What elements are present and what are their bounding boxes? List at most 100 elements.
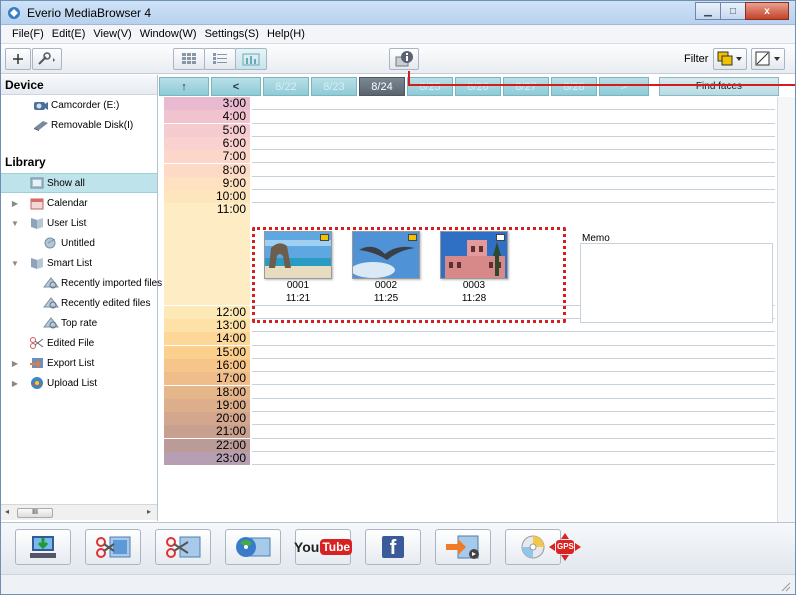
- date-tab[interactable]: 8/28: [551, 77, 597, 96]
- left-panel: Device Camcorder (E:) Removable Disk(I) …: [1, 75, 162, 521]
- date-tab[interactable]: 8/25: [407, 77, 453, 96]
- info-button[interactable]: [389, 48, 419, 70]
- expand-arrow-icon[interactable]: ▶: [11, 359, 19, 368]
- filter-type-dropdown[interactable]: [713, 48, 747, 70]
- up-level-button[interactable]: ↑: [159, 77, 209, 96]
- library-item-calendar[interactable]: ▶ Calendar: [1, 193, 157, 213]
- hour-label: 8:00: [164, 163, 250, 177]
- hour-row: 6:00: [164, 136, 795, 151]
- facebook-upload-button[interactable]: f: [365, 529, 421, 565]
- video-edit-button[interactable]: [85, 529, 141, 565]
- hour-label: 11:00: [164, 203, 250, 306]
- cut-icon: [166, 536, 201, 558]
- memo-input[interactable]: [580, 243, 773, 323]
- status-bar: [1, 574, 795, 594]
- find-faces-button[interactable]: Find faces: [659, 77, 779, 96]
- import-button[interactable]: [15, 529, 71, 565]
- create-disc-button[interactable]: [225, 529, 281, 565]
- import-icon: [30, 536, 56, 558]
- user-list-icon: [31, 218, 43, 229]
- list-icon: [44, 237, 56, 249]
- menu-help[interactable]: Help(H): [264, 28, 310, 40]
- library-item-export-list[interactable]: ▶ Export List: [1, 353, 157, 373]
- thumbnail-image-seagull[interactable]: [352, 231, 420, 279]
- menu-settings[interactable]: Settings(S): [202, 28, 264, 40]
- library-item-untitled[interactable]: Untitled: [1, 233, 157, 253]
- library-header: Library: [5, 155, 46, 169]
- thumbnail-time: 11:21: [285, 293, 311, 304]
- grid-view-icon: [182, 53, 196, 64]
- device-header: Device: [1, 75, 157, 95]
- library-item-user-list[interactable]: ▼ User List: [1, 213, 157, 233]
- library-item-recently-edited[interactable]: Recently edited files: [1, 293, 157, 313]
- callout-line: [408, 84, 795, 86]
- hour-label: 3:00: [164, 97, 250, 110]
- resize-grip-icon[interactable]: [779, 580, 791, 592]
- close-button[interactable]: x: [745, 2, 789, 20]
- disc-create-icon: [236, 537, 271, 557]
- search-folder-icon: [43, 317, 59, 329]
- grid-view-button[interactable]: [173, 48, 205, 70]
- next-date-button[interactable]: >: [599, 77, 649, 96]
- menu-edit[interactable]: Edit(E): [49, 28, 91, 40]
- device-item-camcorder[interactable]: Camcorder (E:): [1, 95, 157, 115]
- hour-row: 17:00: [164, 372, 795, 386]
- camcorder-icon: [34, 102, 48, 110]
- hour-label: 10:00: [164, 190, 250, 204]
- add-button[interactable]: [5, 48, 31, 70]
- menu-view[interactable]: View(V): [90, 28, 136, 40]
- hour-label: 14:00: [164, 332, 250, 346]
- hour-row: 15:00: [164, 345, 795, 359]
- youtube-logo: You Tube: [293, 539, 353, 555]
- youtube-upload-button[interactable]: You Tube: [293, 529, 353, 565]
- collapse-arrow-icon[interactable]: ▼: [11, 259, 19, 268]
- trim-button[interactable]: [155, 529, 211, 565]
- date-tab[interactable]: 8/22: [263, 77, 309, 96]
- hour-label: 4:00: [164, 110, 250, 124]
- thumbnail-image-building[interactable]: [440, 231, 508, 279]
- expand-arrow-icon[interactable]: ▶: [11, 199, 19, 208]
- upload-list-icon: [31, 377, 43, 389]
- export-button[interactable]: [435, 529, 491, 565]
- scroll-right-icon[interactable]: ▸: [147, 507, 151, 516]
- media-thumbnail[interactable]: 0001 11:21: [264, 231, 344, 305]
- calendar-view-button[interactable]: [235, 48, 267, 70]
- date-tab[interactable]: 8/23: [311, 77, 357, 96]
- library-item-upload-list[interactable]: ▶ Upload List: [1, 373, 157, 393]
- library-item-top-rate[interactable]: Top rate: [1, 313, 157, 333]
- scroll-thumb[interactable]: III: [17, 508, 53, 518]
- device-item-removable-disk[interactable]: Removable Disk(I): [1, 115, 157, 135]
- hour-label: 23:00: [164, 452, 250, 465]
- library-item-smart-list[interactable]: ▼ Smart List: [1, 253, 157, 273]
- hour-row: 20:00: [164, 412, 795, 426]
- thumbnail-image-beach[interactable]: [264, 231, 332, 279]
- gps-button[interactable]: GPS: [537, 529, 593, 565]
- filter-rating-dropdown[interactable]: [751, 48, 785, 70]
- sidebar-horizontal-scrollbar[interactable]: ◂ III ▸: [1, 504, 157, 520]
- library-item-show-all[interactable]: Show all: [1, 173, 157, 193]
- hour-row: 19:00: [164, 398, 795, 413]
- minimize-button[interactable]: ▁: [695, 2, 721, 20]
- prev-date-button[interactable]: <: [211, 77, 261, 96]
- expand-arrow-icon[interactable]: ▶: [11, 379, 19, 388]
- date-tab[interactable]: 8/27: [503, 77, 549, 96]
- media-thumbnail[interactable]: 0003 11:28: [440, 231, 520, 305]
- library-item-recently-imported[interactable]: Recently imported files: [1, 273, 162, 293]
- calendar-view-icon: [242, 53, 260, 66]
- menu-file[interactable]: File(F): [9, 28, 49, 40]
- maximize-button[interactable]: □: [720, 2, 746, 20]
- tools-button[interactable]: [32, 48, 62, 70]
- hour-label: 15:00: [164, 345, 250, 359]
- hour-divider: [252, 464, 775, 466]
- wrench-icon: [38, 52, 55, 65]
- library-item-edited-file[interactable]: Edited File: [1, 333, 157, 353]
- date-tab-active[interactable]: 8/24: [359, 77, 405, 96]
- media-thumbnail[interactable]: 0002 11:25: [352, 231, 432, 305]
- date-tab[interactable]: 8/26: [455, 77, 501, 96]
- scroll-left-icon[interactable]: ◂: [5, 507, 9, 516]
- list-view-button[interactable]: [204, 48, 236, 70]
- photo-badge-icon: [496, 234, 505, 241]
- menu-window[interactable]: Window(W): [137, 28, 202, 40]
- removable-disk-icon: [34, 121, 48, 131]
- collapse-arrow-icon[interactable]: ▼: [11, 219, 19, 228]
